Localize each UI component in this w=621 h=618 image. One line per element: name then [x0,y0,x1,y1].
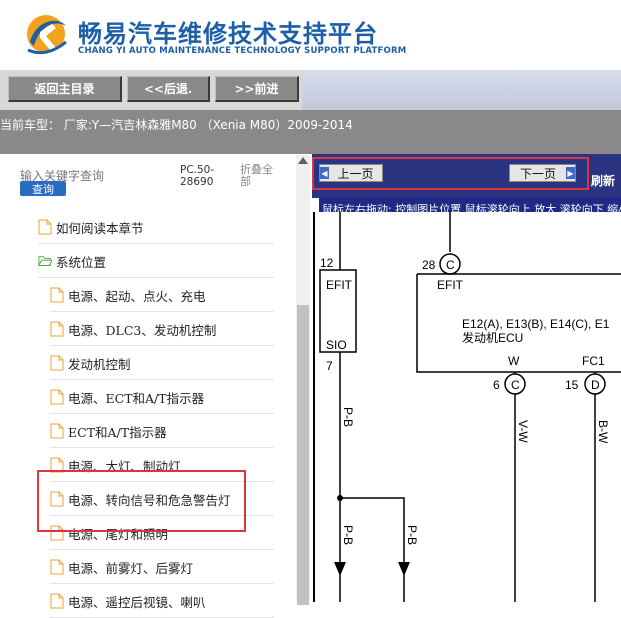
file-icon [50,355,64,371]
file-icon [38,219,52,235]
refresh-link[interactable]: 刷新 [591,172,615,189]
pin-label: 6 [493,378,500,392]
pin-label: 28 [422,258,436,272]
pin-label: 15 [565,378,579,392]
tree-item[interactable]: ECT和A/T指示器 [50,415,274,448]
tree-item-label: 系统位置 [56,254,107,270]
connector-letter: D [591,378,600,392]
ecu-name: 发动机ECU [462,330,523,345]
tree-item-label: 电源、起动、点火、充电 [68,288,206,304]
arrow-down-icon [398,562,410,576]
terminal-label: W [508,354,520,368]
tree-item-label: 发动机控制 [68,356,131,372]
brand-subtitle: CHANG YI AUTO MAINTENANCE TECHNOLOGY SUP… [78,46,407,56]
tree-item-label: 如何阅读本章节 [56,220,144,236]
file-icon [50,287,64,303]
connector-letter: C [511,378,520,392]
tree-item[interactable]: 发动机控制 [50,347,274,380]
tree-item-label: 电源、前雾灯、后雾灯 [68,560,194,576]
tree-item[interactable]: 电源、起动、点火、充电 [50,279,274,312]
arrow-down-icon [334,562,346,576]
sio-label: SIO [326,338,347,352]
cy-logo-icon [27,15,67,55]
scrollbar-thumb[interactable] [297,305,309,605]
pin-label: 7 [326,359,333,373]
scroll-up-icon[interactable] [298,157,308,164]
wire-color-label: V-W [516,420,530,443]
pc-code: PC.50-28690 [180,164,215,188]
folder-open-icon [38,256,52,266]
car-model-text: 当前车型： 厂家:Y—汽吉林森雅M80 （Xenia M80）2009-2014 [0,118,353,132]
efit-label: EFIT [326,278,353,292]
tree-highlight-box [37,470,246,532]
left-scrollbar[interactable] [296,155,310,605]
home-button[interactable]: 返回主目录 [8,76,122,102]
nav-bar: 返回主目录 <<后退. >>前进 [0,70,621,110]
pager-highlight-box [312,157,589,190]
wiring-diagram[interactable]: 12 EFIT SIO 7 P-B P-B P-B C 28 EFIT E12(… [312,212,621,602]
zoom-hint-text: 鼠标左右拖动: 控制图片位置 鼠标滚轮向上 放大 滚轮向下 缩小 [322,203,621,212]
forward-button[interactable]: >>前进 [215,76,299,102]
terminal-label: FC1 [582,354,605,368]
pin-label: 12 [320,256,334,270]
tree-item[interactable]: 系统位置 [38,245,274,278]
connector-letter: C [446,258,455,272]
header: 畅易汽车维修技术支持平台 CHANG YI AUTO MAINTENANCE T… [0,0,621,70]
brand-title: 畅易汽车维修技术支持平台 [78,20,378,48]
file-icon [50,423,64,439]
car-model-bar: 当前车型： 厂家:Y—汽吉林森雅M80 （Xenia M80）2009-2014 [0,110,621,154]
file-icon [50,321,64,337]
zoom-hint: 鼠标左右拖动: 控制图片位置 鼠标滚轮向上 放大 滚轮向下 缩小 [319,198,621,212]
tree-item[interactable]: 如何阅读本章节 [38,211,274,244]
file-icon [50,593,64,609]
wire [340,497,405,602]
tree-item-label: 电源、DLC3、发动机控制 [68,322,217,338]
tree-item-label: ECT和A/T指示器 [68,424,167,440]
diagram-panel: ◀ 上一页 下一页 ▶ 刷新 鼠标左右拖动: 控制图片位置 鼠标滚轮向上 放大 … [312,154,621,602]
tree-item[interactable]: 电源、前雾灯、后雾灯 [50,551,274,584]
wire-color-label: P-B [405,525,419,545]
search-button[interactable]: 查询 [20,181,66,196]
collapse-all-link[interactable]: 折叠全部 [240,164,280,188]
back-button[interactable]: <<后退. [127,76,210,102]
tree-item[interactable]: 电源、DLC3、发动机控制 [50,313,274,346]
pager-bar: ◀ 上一页 下一页 ▶ 刷新 [312,154,621,198]
efit-label: EFIT [437,278,464,292]
tree-item[interactable]: 电源、ECT和A/T指示器 [50,381,274,414]
wire-color-label: B-W [596,420,610,444]
wire-color-label: P-B [341,525,355,545]
wire-color-label: P-B [341,407,355,427]
file-icon [50,389,64,405]
ecu-pin-label: E12(A), E13(B), E14(C), E1 [462,317,610,331]
file-icon [50,559,64,575]
tree-item-label: 电源、ECT和A/T指示器 [68,390,205,406]
left-panel: 输入关键字查询 查询 PC.50-28690 折叠全部 如何阅读本章节 系统位置… [0,154,312,618]
tree-item-label: 电源、遥控后视镜、喇叭 [68,594,206,610]
